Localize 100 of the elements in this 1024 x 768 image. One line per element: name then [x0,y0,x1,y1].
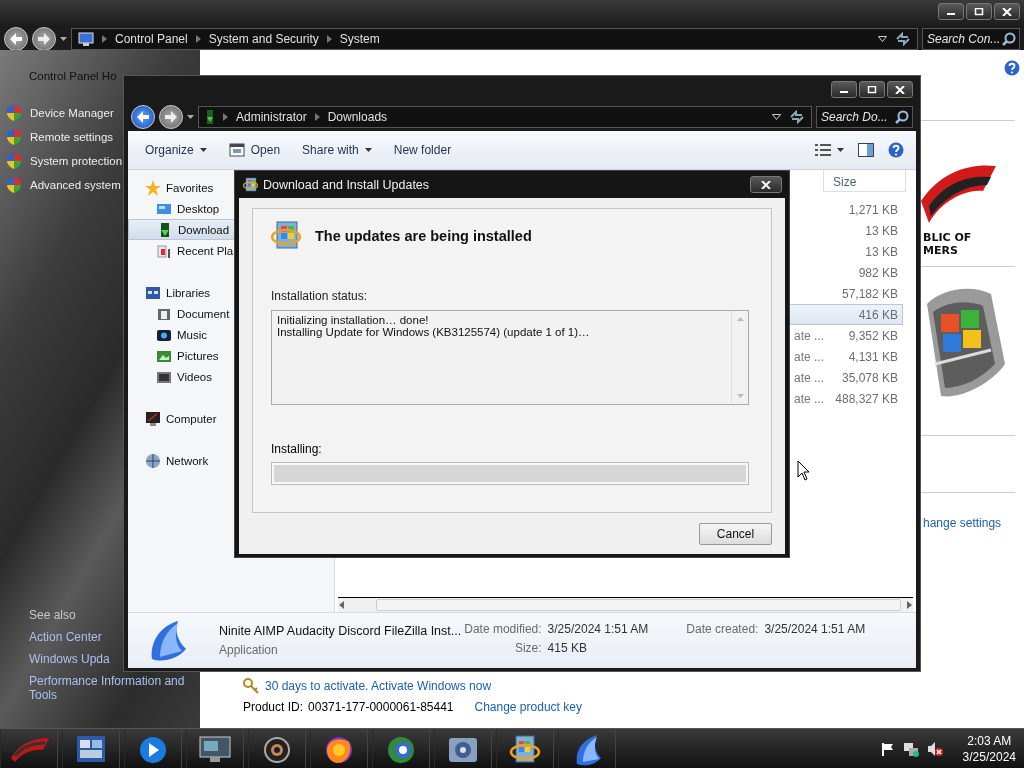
computer-icon [145,410,161,427]
update-icon [271,220,301,252]
pane-icon [858,143,874,157]
log-line: Installing Update for Windows (KB3125574) (update 1 of 1)… [277,326,591,338]
taskbar-button[interactable] [248,729,306,768]
arrow-right-icon [164,111,178,123]
breadcrumb[interactable]: System [339,32,380,46]
section-title: See also [29,608,76,622]
taskbar-button[interactable] [310,729,368,768]
close-button[interactable] [994,3,1020,20]
refresh-icon [895,32,911,46]
library-icon [145,284,161,301]
taskbar-button[interactable] [124,729,182,768]
field-value: 3/25/2024 1:51 AM [547,622,649,636]
scrollbar[interactable] [338,597,913,612]
task-link[interactable]: Device Manager [30,107,114,119]
search-field[interactable]: Search Con... [922,28,1020,50]
see-also-link[interactable]: Action Center [29,630,102,644]
help-icon[interactable] [888,142,904,158]
view-options-button[interactable] [815,144,844,156]
clock-time[interactable]: 2:03 AM [967,732,1012,749]
recent-pages-button[interactable] [60,37,67,41]
table-cell: 9,352 KB [848,328,898,343]
breadcrumb[interactable]: Control Panel [115,32,188,46]
refresh-button[interactable] [789,110,805,124]
table-cell: ate ... [794,370,825,385]
back-button[interactable] [131,105,155,129]
toolbar-button[interactable]: New folder [382,139,463,161]
file-type: Application [219,643,279,657]
minimize-button[interactable] [831,81,857,98]
toolbar-button[interactable]: Organize [134,139,218,161]
dropdown-button[interactable] [878,36,887,42]
product-id: 00371-177-0000061-85441 [308,700,454,714]
taskbar-button[interactable] [186,729,244,768]
toolbar-button[interactable]: Share with [291,139,383,161]
toolbar-button[interactable]: Open [217,139,292,161]
caret-icon [60,37,67,41]
table-cell: 4,131 KB [848,349,898,364]
documents-icon [156,242,172,259]
update-icon [243,176,258,193]
taskbar-button[interactable] [496,729,554,768]
table-cell: 982 KB [858,265,898,280]
shield-icon [7,177,21,193]
task-link[interactable]: Advanced system [30,179,121,191]
see-also-link[interactable]: Performance Information and Tools [29,674,194,702]
forward-button[interactable] [159,105,183,129]
window-title: Download and Install Updates [263,177,430,192]
network-icon[interactable] [902,740,919,757]
start-button[interactable] [0,729,58,768]
arrow-right-icon [37,33,51,45]
maximize-button[interactable] [859,81,885,98]
help-icon[interactable] [1004,60,1020,76]
column-header[interactable]: Size [823,170,906,192]
activation-link[interactable]: 30 days to activate. Activate Windows now [265,679,492,693]
arrow-right-icon [905,601,913,609]
taskbar-button[interactable] [434,729,492,768]
chevron-icon [102,35,107,43]
table-cell: ate ... [794,349,825,364]
flag-icon[interactable] [880,741,895,756]
log-line: Initializing installation… done! [277,314,430,326]
caret-icon [878,36,887,42]
taskbar-button[interactable] [372,729,430,768]
taskbar-button[interactable] [62,729,120,768]
change-product-key-link[interactable]: Change product key [474,700,582,714]
volume-muted-icon[interactable] [926,740,943,757]
task-link[interactable]: Remote settings [30,131,114,143]
search-field[interactable]: Search Do... [816,106,913,128]
logo-text: MERS [923,244,958,257]
maximize-button[interactable] [966,3,992,20]
caret-icon [199,148,207,152]
dropdown-button[interactable] [772,114,781,120]
globe-icon [145,452,161,469]
arrow-down-icon [736,394,744,398]
caret-icon [187,115,194,119]
taskbar-button[interactable] [558,729,616,768]
see-also-link[interactable]: Windows Upda [29,652,110,666]
close-button[interactable] [887,81,913,98]
recent-pages-button[interactable] [187,115,194,119]
table-cell: ate ... [794,328,825,343]
field-label: Product ID: [243,700,304,714]
preview-pane-button[interactable] [858,143,874,157]
star-icon [145,179,161,196]
breadcrumb[interactable]: Downloads [327,110,388,124]
minimize-button[interactable] [938,3,964,20]
forward-button[interactable] [32,27,56,51]
refresh-icon [789,110,805,124]
back-button[interactable] [4,27,28,51]
shield-icon [7,129,21,145]
clock-date[interactable]: 3/25/2024 [962,748,1016,765]
refresh-button[interactable] [895,32,911,46]
cancel-button[interactable]: Cancel [699,523,772,545]
task-link[interactable]: System protection [30,155,123,167]
change-settings-link[interactable]: hange settings [923,516,1002,530]
close-button[interactable] [750,176,782,193]
breadcrumb[interactable]: Administrator [236,110,307,124]
close-icon [895,85,905,94]
chevron-icon [314,113,320,121]
breadcrumb[interactable]: System and Security [208,32,319,46]
chevron-icon [223,113,228,121]
field-value: 415 KB [547,641,588,655]
